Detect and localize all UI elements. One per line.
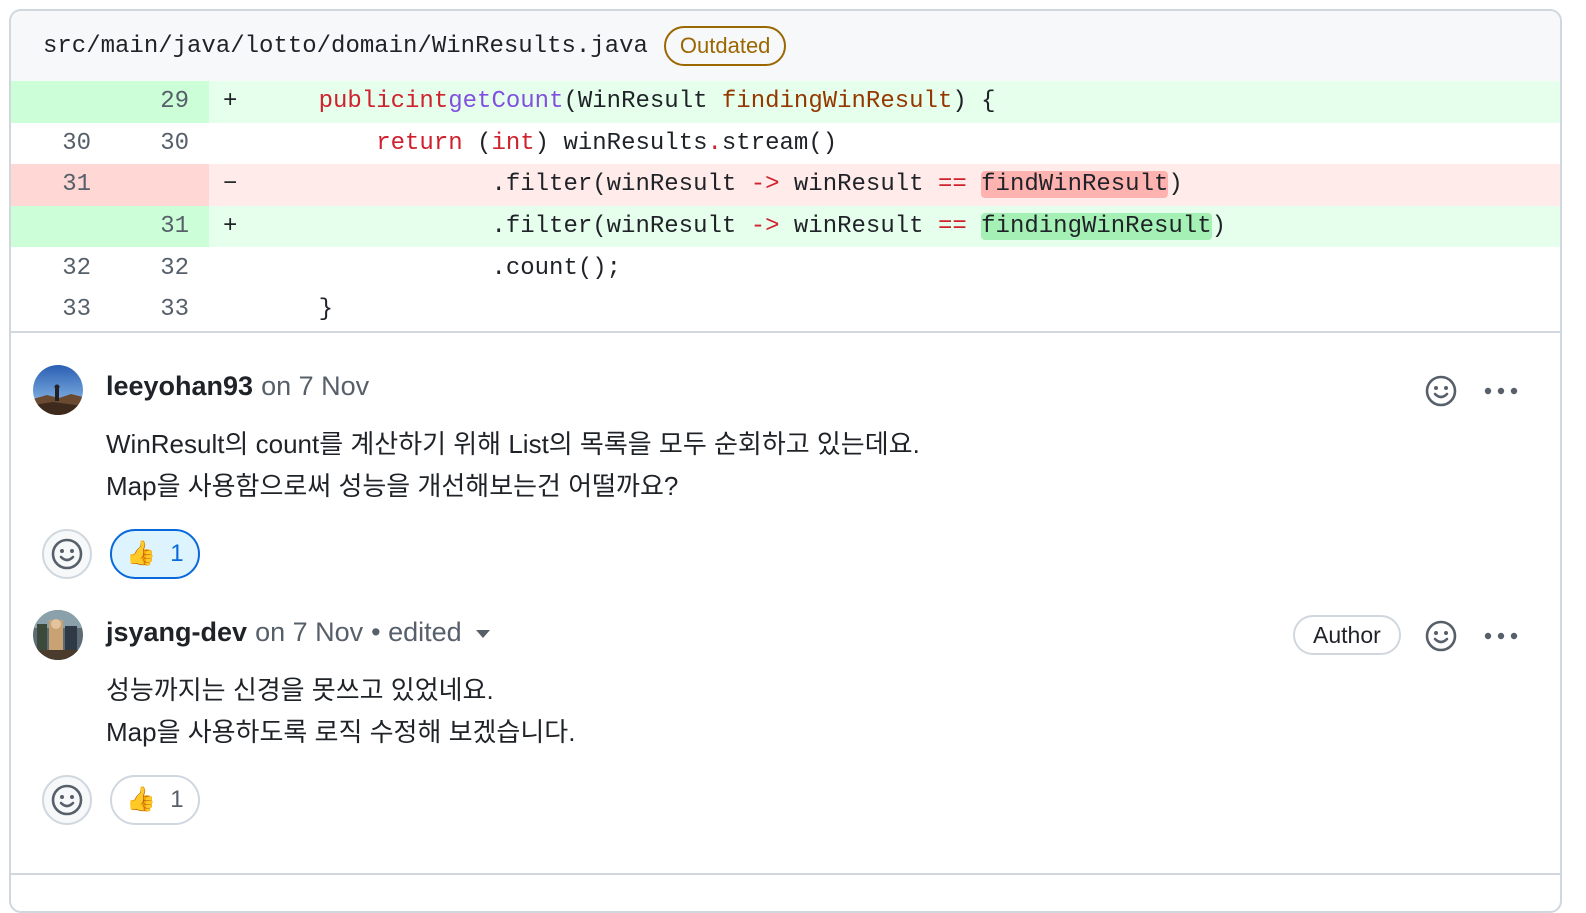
edited-label[interactable]: • edited	[371, 617, 462, 648]
new-line-number[interactable]	[101, 164, 209, 206]
author-badge: Author	[1293, 614, 1401, 655]
diff-marker: +	[223, 213, 238, 241]
new-line-number[interactable]: 33	[101, 289, 209, 331]
code-line: .filter(winResult -> winResult == findWi…	[491, 171, 1183, 199]
new-line-number[interactable]: 31	[101, 205, 209, 248]
old-line-number[interactable]: 33	[11, 289, 101, 331]
code-line: }	[318, 296, 334, 324]
diff-line: 29 + public int getCount (WinResult findi…	[11, 81, 1560, 123]
author-name[interactable]: leeyohan93	[106, 371, 253, 402]
code-line: public int getCount (WinResult findingWin…	[318, 88, 996, 116]
old-line-number[interactable]	[11, 205, 101, 248]
avatar[interactable]	[33, 364, 83, 415]
smiley-icon	[51, 784, 83, 815]
smiley-icon	[51, 538, 83, 569]
code-line: .filter(winResult -> winResult == findin…	[491, 213, 1226, 241]
thumbs-up-icon: 👍	[126, 540, 157, 568]
comment-line: Map을 사용하도록 로직 수정해 보겠습니다.	[106, 716, 576, 747]
code-line: return (int) winResults. stream()	[376, 129, 838, 157]
code-line: .count();	[491, 254, 622, 282]
comment-line: 성능까지는 신경을 못쓰고 있었네요.	[106, 674, 494, 705]
reaction-count: 1	[170, 785, 184, 813]
reaction-count: 1	[170, 539, 184, 567]
old-line-number[interactable]	[11, 81, 101, 123]
diff-marker: +	[223, 88, 238, 116]
file-path[interactable]: src/main/java/lotto/domain/WinResults.ja…	[43, 33, 648, 60]
smiley-icon[interactable]	[1423, 373, 1459, 409]
diff-line: 30 30 return (int) winResults. stream()	[11, 123, 1560, 165]
thumbs-up-reaction-button[interactable]: 👍 1	[110, 774, 200, 825]
new-line-number[interactable]: 29	[101, 81, 209, 123]
comment-body: 성능까지는 신경을 못쓰고 있었네요. Map을 사용하도록 로직 수정해 보겠…	[106, 669, 575, 753]
diff-table: 29 + public int getCount (WinResult findi…	[11, 81, 1560, 331]
old-line-number[interactable]: 31	[11, 164, 101, 206]
diff-line-deleted: 31 − .filter(winResult -> winResult == f…	[11, 164, 1560, 206]
comment-line: WinResult의 count를 계산하기 위해 List의 목록을 모두 순…	[106, 428, 920, 459]
comment-timestamp[interactable]: on 7 Nov	[261, 371, 369, 402]
kebab-horizontal-icon[interactable]	[1483, 373, 1519, 409]
added-token: findingWinResult	[981, 213, 1212, 241]
divider	[11, 872, 1560, 875]
thumbs-up-reaction-button[interactable]: 👍 1	[110, 528, 200, 579]
add-reaction-button[interactable]	[42, 774, 92, 825]
comment-line: Map을 사용함으로써 성능을 개선해보는건 어떨까요?	[106, 470, 679, 501]
deleted-token: findWinResult	[981, 171, 1169, 199]
old-line-number[interactable]: 30	[11, 123, 101, 165]
comment-body: WinResult의 count를 계산하기 위해 List의 목록을 모두 순…	[106, 423, 920, 507]
comment-header: jsyang-dev on 7 Nov • edited	[106, 617, 490, 648]
new-line-number[interactable]: 32	[101, 247, 209, 289]
old-line-number[interactable]: 32	[11, 247, 101, 289]
review-thread: src/main/java/lotto/domain/WinResults.ja…	[9, 9, 1562, 913]
comment-timestamp[interactable]: on 7 Nov	[255, 617, 363, 648]
kebab-horizontal-icon[interactable]	[1483, 618, 1519, 654]
diff-line: 33 33 }	[11, 289, 1560, 331]
avatar[interactable]	[33, 609, 83, 660]
outdated-badge: Outdated	[663, 26, 787, 66]
comment-header: leeyohan93 on 7 Nov	[106, 371, 369, 402]
triangle-down-icon[interactable]	[475, 630, 490, 639]
smiley-icon[interactable]	[1423, 618, 1459, 654]
review-comment: leeyohan93 on 7 Nov WinResult의 count를 계산…	[11, 333, 1560, 613]
new-line-number[interactable]: 30	[101, 123, 209, 165]
file-header: src/main/java/lotto/domain/WinResults.ja…	[11, 11, 1560, 81]
thumbs-up-icon: 👍	[126, 786, 157, 814]
diff-marker: −	[223, 171, 238, 199]
author-name[interactable]: jsyang-dev	[106, 617, 247, 648]
review-comment: jsyang-dev on 7 Nov • edited Author 성능까지…	[11, 609, 1560, 873]
add-reaction-button[interactable]	[42, 528, 92, 579]
diff-line: 32 32 .count();	[11, 247, 1560, 289]
diff-line-added: 31 + .filter(winResult -> winResult == f…	[11, 205, 1560, 248]
